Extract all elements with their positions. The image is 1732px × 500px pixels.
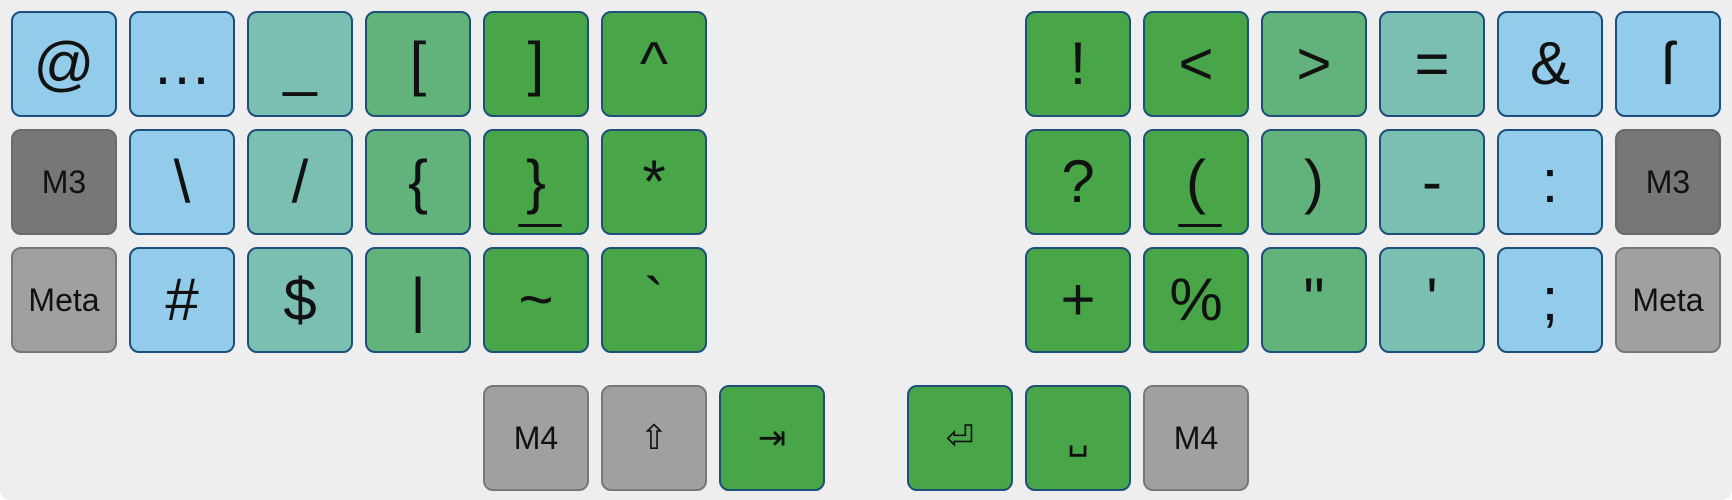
key-left-bracket: [ (365, 11, 471, 117)
key-underscore: _ (247, 11, 353, 117)
key-tilde: ~ (483, 247, 589, 353)
key-colon: : (1497, 129, 1603, 235)
key-left-bracket-label: [ (409, 30, 427, 97)
key-tab-label: ⇥ (757, 419, 787, 457)
key-m3-right: M3 (1615, 129, 1721, 235)
key-m3-left-label: M3 (41, 164, 87, 200)
key-m4-right-label: M4 (1173, 420, 1219, 456)
key-m4-left: M4 (483, 385, 589, 491)
key-at-label: @ (33, 30, 95, 97)
key-slash-label: / (291, 148, 309, 215)
key-pipe: | (365, 247, 471, 353)
key-right-paren-label: ) (1304, 148, 1324, 215)
key-backtick: ` (601, 247, 707, 353)
key-question: ? (1025, 129, 1131, 235)
key-colon-label: : (1541, 148, 1559, 215)
key-backtick-label: ` (644, 266, 664, 333)
keyboard-layout: @ … _ [] ^! < > = & ſ M3 \ / {} *? () -: M3 Meta # $ | ~ ` +% " ';… (0, 0, 1732, 500)
key-dollar: $ (247, 247, 353, 353)
key-equals-label: = (1414, 30, 1450, 97)
key-left-paren: ( (1143, 129, 1249, 235)
key-tab: ⇥ (719, 385, 825, 491)
key-plus: + (1025, 247, 1131, 353)
key-shift-label: ⇧ (639, 419, 669, 457)
key-plus-label: + (1060, 266, 1096, 333)
key-meta-right-label: Meta (1632, 282, 1704, 318)
key-tilde-label: ~ (518, 266, 554, 333)
key-left-brace: { (365, 129, 471, 235)
key-m3-left: M3 (11, 129, 117, 235)
key-enter-label: ⏎ (945, 419, 975, 457)
key-slash: / (247, 129, 353, 235)
key-ellipsis-label: … (152, 30, 212, 97)
key-pipe-label: | (410, 266, 426, 333)
key-semicolon-label: ; (1541, 266, 1559, 333)
key-question-label: ? (1061, 148, 1095, 215)
key-ellipsis: … (129, 11, 235, 117)
key-hash: # (129, 247, 235, 353)
key-at: @ (11, 11, 117, 117)
home-row-marker (518, 224, 562, 227)
key-m4-right: M4 (1143, 385, 1249, 491)
key-m4-left-label: M4 (513, 420, 559, 456)
key-percent: % (1143, 247, 1249, 353)
key-shift: ⇧ (601, 385, 707, 491)
key-single-quote: ' (1379, 247, 1485, 353)
key-underscore-label: _ (283, 30, 317, 97)
key-exclamation-label: ! (1069, 30, 1087, 97)
key-minus: - (1379, 129, 1485, 235)
key-asterisk: * (601, 129, 707, 235)
key-caret-label: ^ (639, 30, 669, 97)
key-asterisk-label: * (642, 148, 666, 215)
key-semicolon: ; (1497, 247, 1603, 353)
key-right-paren: ) (1261, 129, 1367, 235)
key-left-brace-label: { (407, 148, 429, 215)
key-less-than: < (1143, 11, 1249, 117)
key-caret: ^ (601, 11, 707, 117)
key-minus-label: - (1422, 148, 1442, 215)
key-backslash: \ (129, 129, 235, 235)
key-greater-than-label: > (1296, 30, 1332, 97)
key-hash-label: # (165, 266, 199, 333)
key-single-quote-label: ' (1426, 266, 1438, 333)
key-ampersand-label: & (1529, 30, 1571, 97)
key-meta-left-label: Meta (28, 282, 100, 318)
key-equals: = (1379, 11, 1485, 117)
key-right-brace-label: } (525, 148, 547, 215)
key-greater-than: > (1261, 11, 1367, 117)
key-long-s-label: ſ (1661, 30, 1675, 97)
key-meta-right: Meta (1615, 247, 1721, 353)
key-exclamation: ! (1025, 11, 1131, 117)
key-meta-left: Meta (11, 247, 117, 353)
key-long-s: ſ (1615, 11, 1721, 117)
key-ampersand: & (1497, 11, 1603, 117)
key-less-than-label: < (1178, 30, 1214, 97)
key-enter: ⏎ (907, 385, 1013, 491)
key-backslash-label: \ (173, 148, 191, 215)
key-left-paren-label: ( (1186, 148, 1206, 215)
key-space-label: ␣ (1067, 419, 1089, 457)
key-m3-right-label: M3 (1645, 164, 1691, 200)
key-dollar-label: $ (283, 266, 317, 333)
key-percent-label: % (1169, 266, 1223, 333)
home-row-marker (1178, 224, 1222, 227)
key-space: ␣ (1025, 385, 1131, 491)
key-right-bracket-label: ] (527, 30, 545, 97)
key-right-brace: } (483, 129, 589, 235)
key-double-quote: " (1261, 247, 1367, 353)
key-right-bracket: ] (483, 11, 589, 117)
key-double-quote-label: " (1303, 266, 1325, 333)
